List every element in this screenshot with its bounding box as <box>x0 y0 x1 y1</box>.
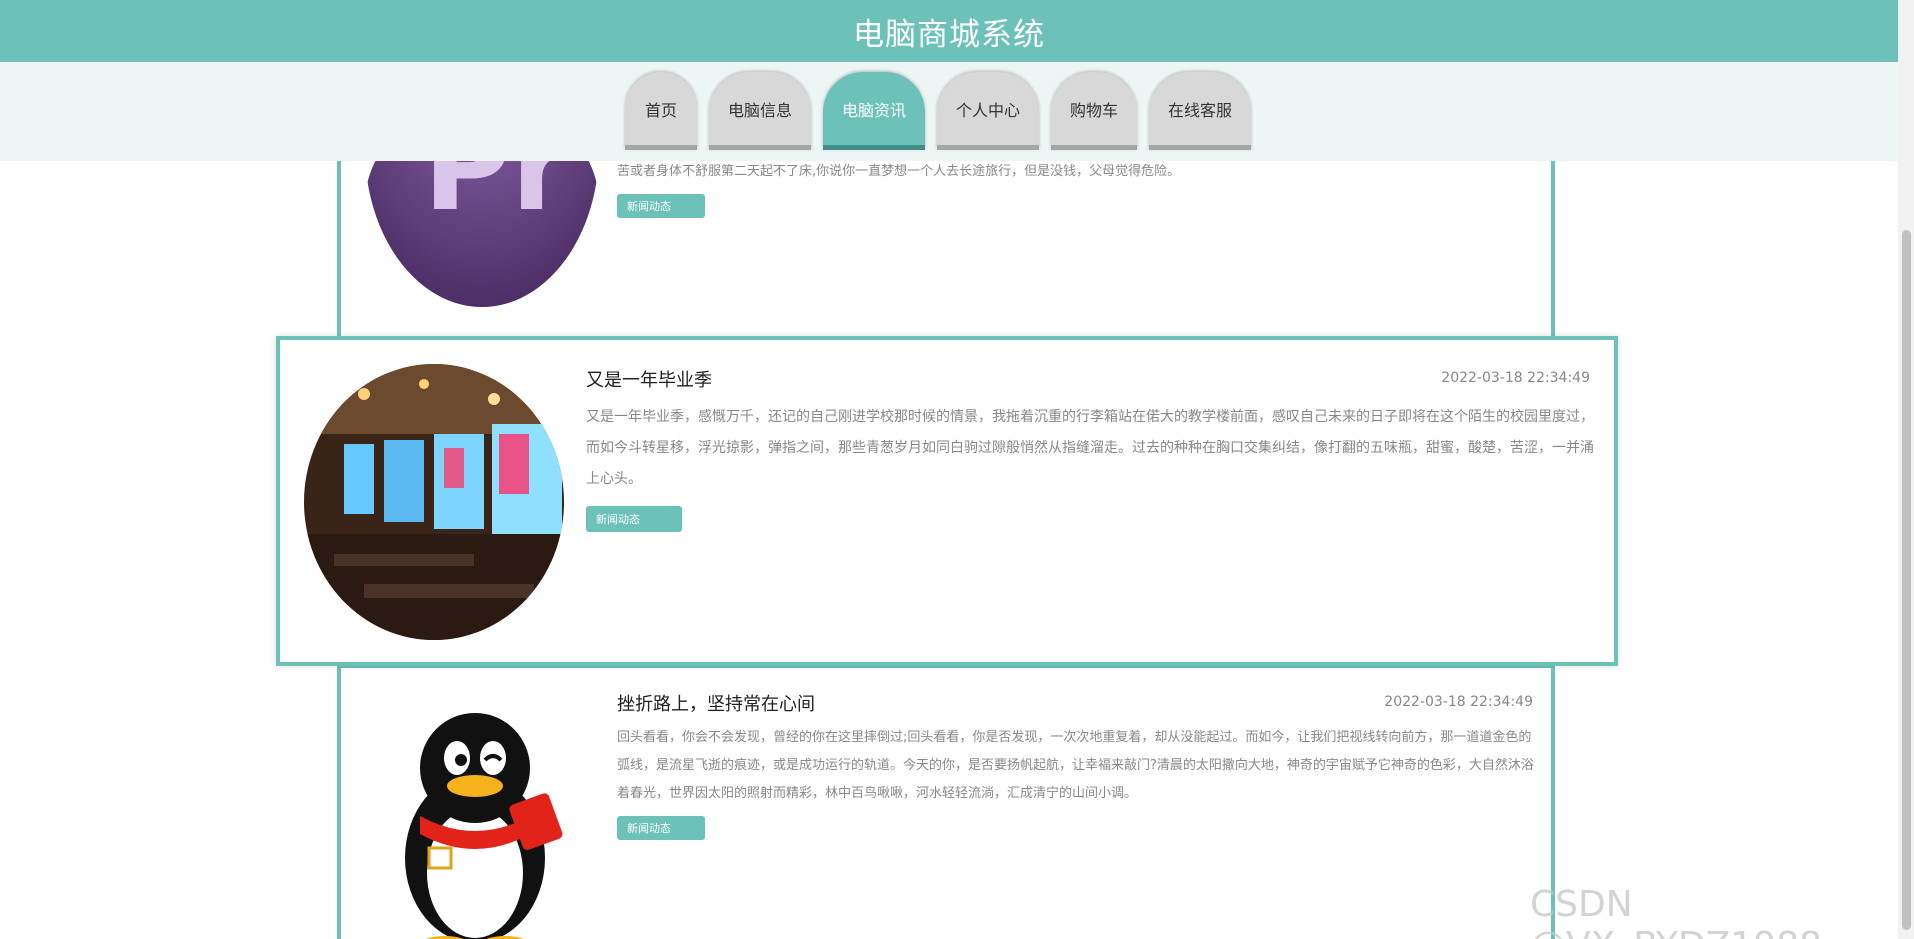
news-summary: 苦或者身体不舒服第二天起不了床,你说你一直梦想一个人去长途旅行，但是没钱，父母觉… <box>617 164 1181 179</box>
tab-personal-center[interactable]: 个人中心 <box>937 72 1039 150</box>
tab-online-service[interactable]: 在线客服 <box>1149 72 1251 150</box>
tab-computer-info[interactable]: 电脑信息 <box>709 72 811 150</box>
news-tag-button[interactable]: 新闻动态 <box>586 506 682 532</box>
news-tag-button[interactable]: 新闻动态 <box>617 194 705 218</box>
news-title[interactable]: 挫折路上，坚持常在心间 <box>617 690 815 716</box>
news-tag-button[interactable]: 新闻动态 <box>617 816 705 840</box>
news-date: 2022-03-18 22:34:49 <box>1441 370 1590 386</box>
tab-computer-news[interactable]: 电脑资讯 <box>823 72 925 150</box>
tab-cart[interactable]: 购物车 <box>1051 72 1137 150</box>
tab-home[interactable]: 首页 <box>625 72 697 150</box>
news-title[interactable]: 又是一年毕业季 <box>586 366 712 392</box>
news-summary: 又是一年毕业季，感慨万千，还记的自己刚进学校那时候的情景，我拖着沉重的行李箱站在… <box>586 409 1594 487</box>
qq-penguin-image <box>365 698 599 939</box>
site-title: 电脑商城系统 <box>853 16 1045 53</box>
computer-lab-image <box>304 364 564 640</box>
watermark: CSDN @VX_BYDZ1988 <box>1530 884 1822 939</box>
news-card[interactable]: 挫折路上，坚持常在心间 2022-03-18 22:34:49 回头看看，你会不… <box>337 664 1555 939</box>
page: Pr 苦或者身体不舒服第二天起不了床,你说你一直梦想一个人去长途旅行，但是没钱，… <box>0 0 1914 939</box>
scrollbar-thumb[interactable] <box>1902 230 1911 930</box>
news-date: 2022-03-18 22:34:49 <box>1384 694 1533 710</box>
main-nav: 首页 电脑信息 电脑资讯 个人中心 购物车 在线客服 <box>0 62 1898 161</box>
site-header: 电脑商城系统 <box>0 0 1898 62</box>
news-summary: 回头看看，你会不会发现，曾经的你在这里摔倒过;回头看看，你是否发现，一次次地重复… <box>617 730 1534 801</box>
nav-tabs: 首页 电脑信息 电脑资讯 个人中心 购物车 在线客服 <box>625 72 1251 150</box>
news-card-highlighted[interactable]: 又是一年毕业季 2022-03-18 22:34:49 又是一年毕业季，感慨万千… <box>276 336 1618 666</box>
vertical-scrollbar[interactable] <box>1898 0 1914 939</box>
